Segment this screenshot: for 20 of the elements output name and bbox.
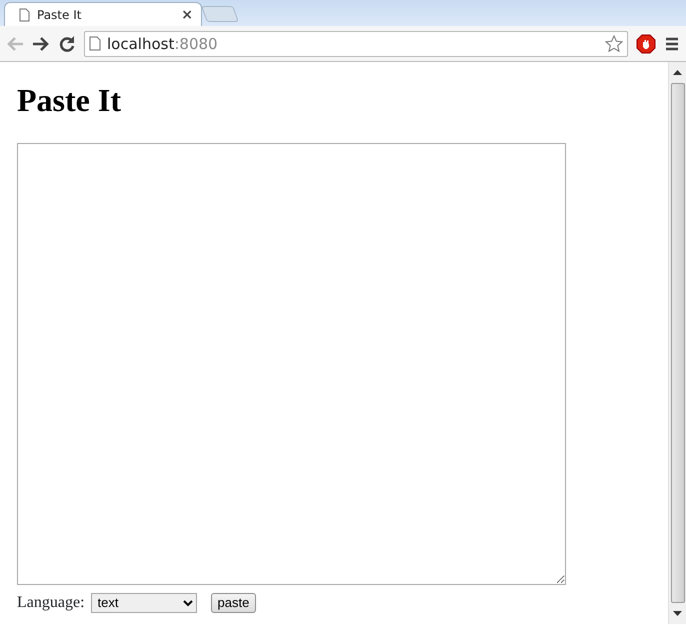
reload-icon[interactable] (58, 34, 76, 52)
address-bar[interactable]: localhost:8080 (84, 30, 628, 56)
forward-icon[interactable] (32, 36, 50, 52)
language-select[interactable]: text (90, 592, 197, 613)
stop-sign-icon[interactable] (636, 34, 656, 54)
close-tab-button[interactable]: × (181, 8, 193, 22)
star-icon[interactable] (605, 34, 623, 52)
page-icon (19, 8, 30, 22)
page-heading: Paste It (17, 81, 122, 120)
scroll-up-icon[interactable] (673, 70, 682, 75)
browser-tab[interactable]: Paste It × (4, 2, 202, 26)
tab-title: Paste It (37, 8, 82, 22)
language-label: Language: (17, 592, 85, 613)
page-icon (89, 36, 101, 51)
scroll-down-icon[interactable] (673, 611, 682, 616)
url-text: localhost:8080 (107, 34, 218, 52)
menu-icon[interactable] (664, 36, 680, 50)
scrollbar[interactable] (668, 62, 686, 624)
scroll-thumb[interactable] (670, 83, 684, 603)
paste-button[interactable]: paste (210, 592, 256, 613)
